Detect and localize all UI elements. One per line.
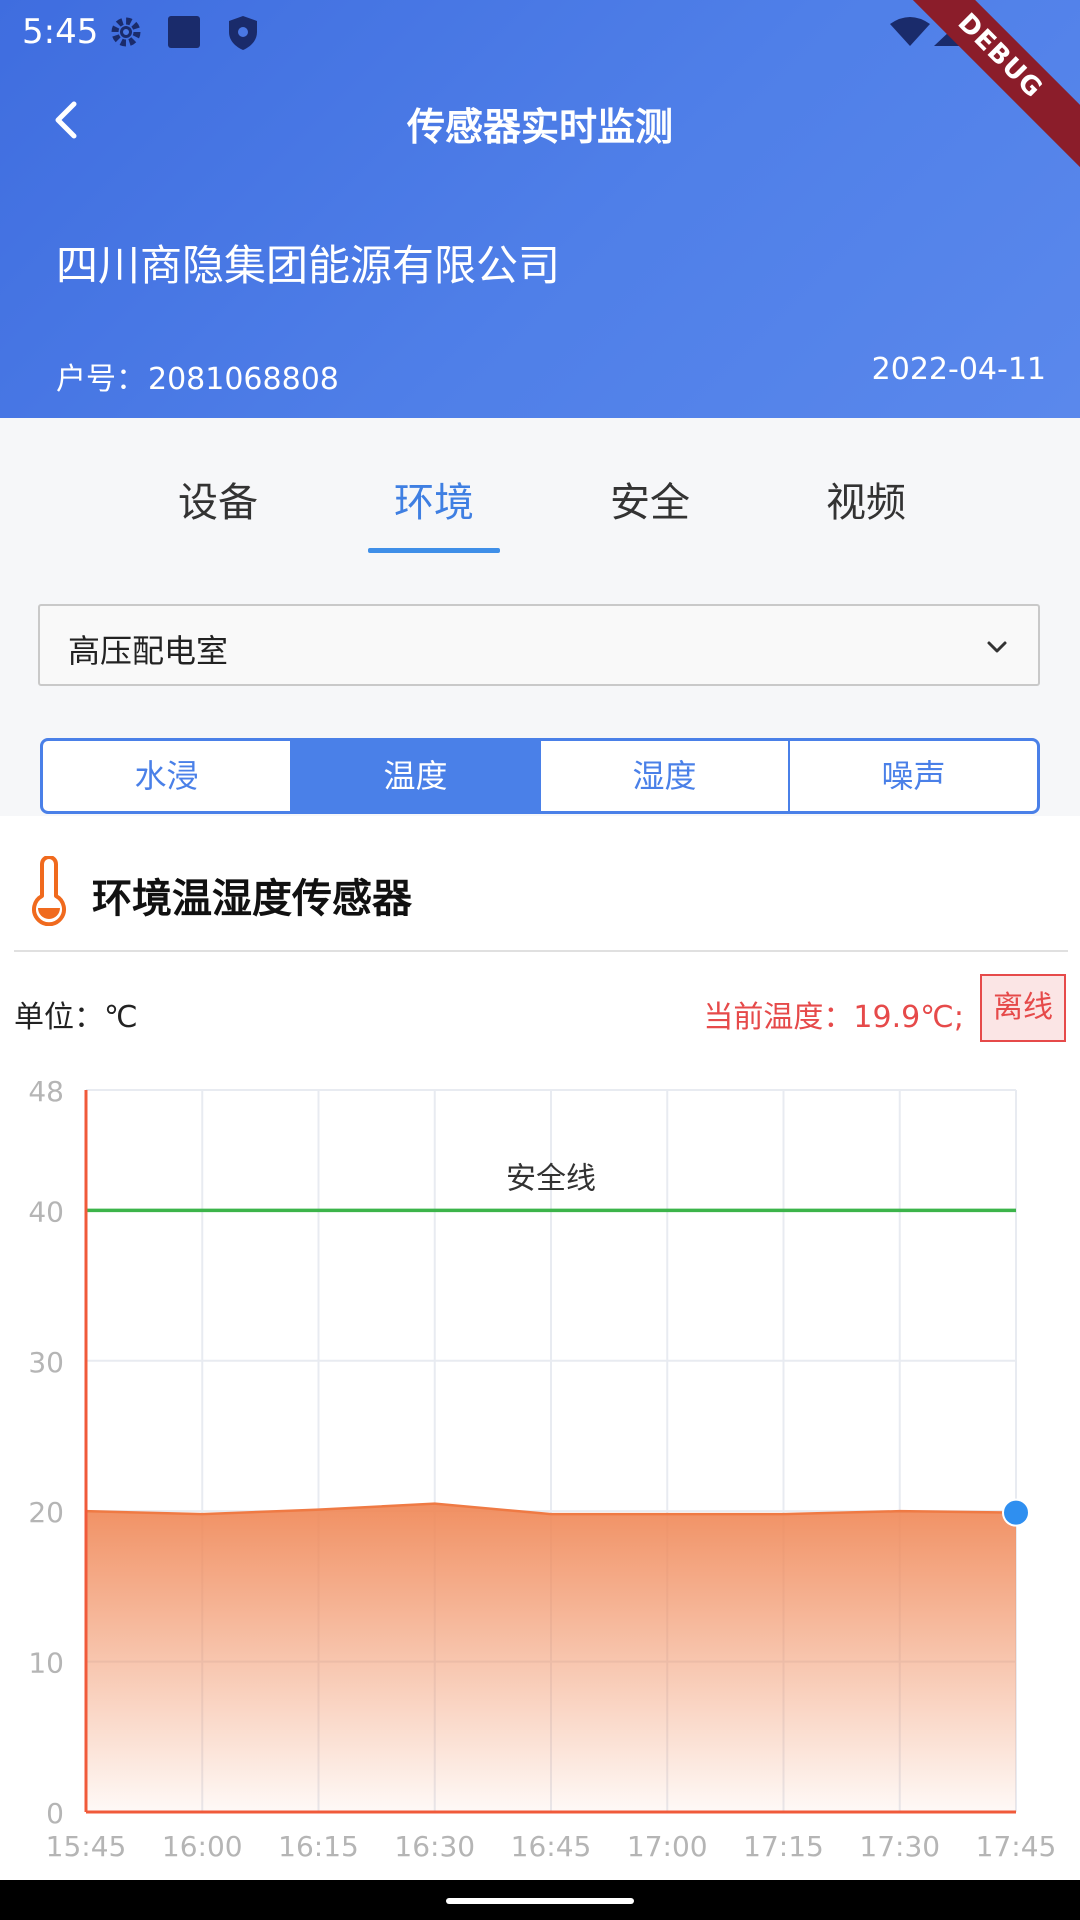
sensor-title: 环境温湿度传感器 (92, 876, 412, 922)
tab-safety[interactable]: 安全 (570, 470, 730, 528)
location-select[interactable]: 高压配电室 (38, 604, 1040, 686)
segment-temperature[interactable]: 温度 (292, 741, 541, 811)
status-time: 5:45 (22, 12, 99, 52)
sensor-card: 环境温湿度传感器 单位：℃ 当前温度：19.9℃; 离线 0 10 20 30 40 48… (0, 816, 1080, 1880)
y-tick-label: 10 (28, 1647, 64, 1680)
wifi-icon (890, 16, 930, 50)
segment-water-immersion[interactable]: 水浸 (43, 741, 292, 811)
home-indicator[interactable] (446, 1898, 634, 1904)
x-tick-label: 17:30 (859, 1830, 940, 1863)
y-tick-label: 20 (28, 1496, 64, 1529)
segment-noise[interactable]: 噪声 (790, 741, 1037, 811)
x-tick-label: 17:45 (976, 1830, 1057, 1863)
divider (14, 950, 1068, 952)
tab-environment[interactable]: 环境 (354, 470, 514, 528)
tab-device[interactable]: 设备 (138, 470, 298, 528)
chevron-down-icon (987, 641, 1007, 653)
account-info: 户号：2081068808 (56, 354, 339, 398)
location-select-value: 高压配电室 (68, 632, 229, 670)
active-tab-indicator (368, 548, 500, 553)
x-tick-label: 16:45 (511, 1830, 592, 1863)
company-name: 四川商隐集团能源有限公司 (56, 241, 561, 290)
current-point-marker (1002, 1498, 1030, 1527)
status-bar: 5:45 (0, 0, 1080, 64)
temperature-area (86, 1503, 1016, 1812)
shield-icon (226, 14, 260, 56)
category-tabs: 设备 环境 安全 视频 (0, 470, 1080, 560)
current-temperature: 当前温度：19.9℃; (703, 1000, 964, 1035)
unit-label: 单位：℃ (14, 1000, 138, 1035)
x-tick-label: 16:30 (394, 1830, 475, 1863)
safety-line-label: 安全线 (506, 1161, 596, 1196)
temperature-chart: 0 10 20 30 40 48 安全线 15:45 16:00 16:15 16:30 16:45 1… (28, 1075, 1057, 1863)
header: 5:45 DEBUG 传感器实时监测 四川商隐集团能源有限公司 户号：20810… (0, 0, 1080, 418)
tab-video[interactable]: 视频 (786, 470, 946, 528)
x-tick-label: 16:15 (278, 1830, 359, 1863)
x-tick-label: 17:00 (627, 1830, 708, 1863)
status-badge: 离线 (980, 974, 1066, 1042)
account-number: 2081068808 (148, 362, 339, 397)
y-tick-label: 40 (28, 1195, 64, 1228)
square-app-icon (166, 14, 202, 54)
segment-humidity[interactable]: 湿度 (541, 741, 790, 811)
y-tick-label: 48 (28, 1075, 64, 1108)
page-title: 传感器实时监测 (406, 105, 673, 149)
date-label: 2022-04-11 (871, 352, 1046, 387)
y-tick-label: 0 (46, 1797, 64, 1830)
thermometer-icon (32, 856, 66, 926)
settings-icon (108, 14, 144, 54)
account-label: 户号： (56, 362, 146, 397)
x-tick-label: 16:00 (162, 1830, 243, 1863)
x-tick-label: 17:15 (743, 1830, 824, 1863)
x-tick-label: 15:45 (46, 1830, 127, 1863)
y-tick-label: 30 (28, 1346, 64, 1379)
sensor-type-selector: 水浸 温度 湿度 噪声 (40, 738, 1040, 814)
